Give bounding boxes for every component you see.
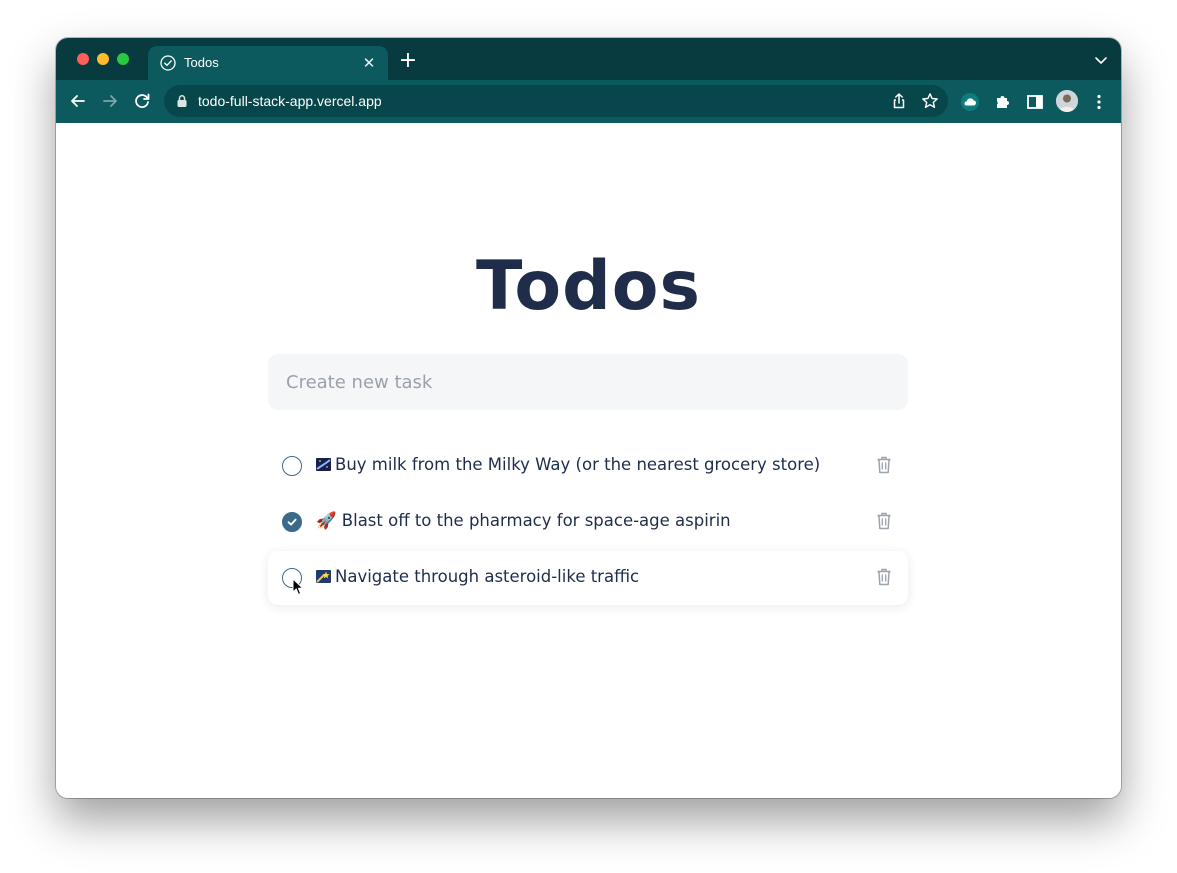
- chevron-down-icon[interactable]: [1093, 52, 1109, 68]
- trash-icon[interactable]: [876, 456, 892, 474]
- browser-window: Todos ✕ + todo-full-stack-app.vercel.app: [56, 38, 1121, 798]
- avatar-image-icon: [1056, 90, 1078, 112]
- star-icon[interactable]: [921, 92, 939, 110]
- shooting-star-icon: [316, 570, 331, 583]
- tab-title: Todos: [184, 55, 219, 70]
- browser-toolbar: todo-full-stack-app.vercel.app: [56, 80, 1121, 123]
- todo-text: Navigate through asteroid-like traffic: [316, 567, 639, 586]
- new-task-input[interactable]: [268, 354, 908, 410]
- page-title: Todos: [476, 247, 701, 326]
- mouse-pointer-icon: [292, 578, 304, 596]
- kebab-menu-icon[interactable]: [1089, 92, 1109, 112]
- todo-item[interactable]: 🚀 Blast off to the pharmacy for space-ag…: [268, 495, 908, 549]
- share-icon[interactable]: [890, 92, 908, 110]
- todo-label: 🚀 Blast off to the pharmacy for space-ag…: [316, 511, 731, 530]
- minimize-window-button[interactable]: [97, 53, 109, 65]
- forward-arrow-icon[interactable]: [99, 90, 121, 112]
- side-panel-icon[interactable]: [1025, 92, 1045, 112]
- todo-checkbox[interactable]: [282, 456, 302, 476]
- profile-avatar[interactable]: [1056, 90, 1078, 112]
- trash-icon[interactable]: [876, 512, 892, 530]
- todo-text: Buy milk from the Milky Way (or the near…: [316, 455, 820, 474]
- milky-way-icon: [316, 458, 331, 471]
- new-tab-button[interactable]: +: [398, 50, 418, 72]
- todo-item[interactable]: Buy milk from the Milky Way (or the near…: [268, 439, 908, 493]
- todo-label: Navigate through asteroid-like traffic: [335, 567, 640, 586]
- check-circle-icon: [160, 55, 176, 71]
- browser-tab[interactable]: Todos ✕: [148, 46, 388, 80]
- puzzle-extensions-icon[interactable]: [993, 92, 1013, 112]
- todo-checkbox-checked[interactable]: [282, 512, 302, 532]
- cloud-extension-icon[interactable]: [960, 92, 980, 112]
- page-content: Todos Buy milk from the Milky Way (or th…: [56, 123, 1121, 798]
- tab-strip: Todos ✕ +: [56, 38, 1121, 80]
- todo-item[interactable]: Navigate through asteroid-like traffic: [268, 551, 908, 605]
- close-window-button[interactable]: [77, 53, 89, 65]
- address-bar[interactable]: todo-full-stack-app.vercel.app: [164, 85, 948, 117]
- todo-label: Buy milk from the Milky Way (or the near…: [335, 455, 821, 474]
- url-text: todo-full-stack-app.vercel.app: [198, 93, 382, 109]
- lock-icon: [177, 95, 187, 107]
- checkmark-icon: [287, 518, 297, 526]
- close-tab-icon[interactable]: ✕: [360, 54, 378, 72]
- reload-icon[interactable]: [131, 90, 153, 112]
- trash-icon[interactable]: [876, 568, 892, 586]
- maximize-window-button[interactable]: [117, 53, 129, 65]
- back-arrow-icon[interactable]: [67, 90, 89, 112]
